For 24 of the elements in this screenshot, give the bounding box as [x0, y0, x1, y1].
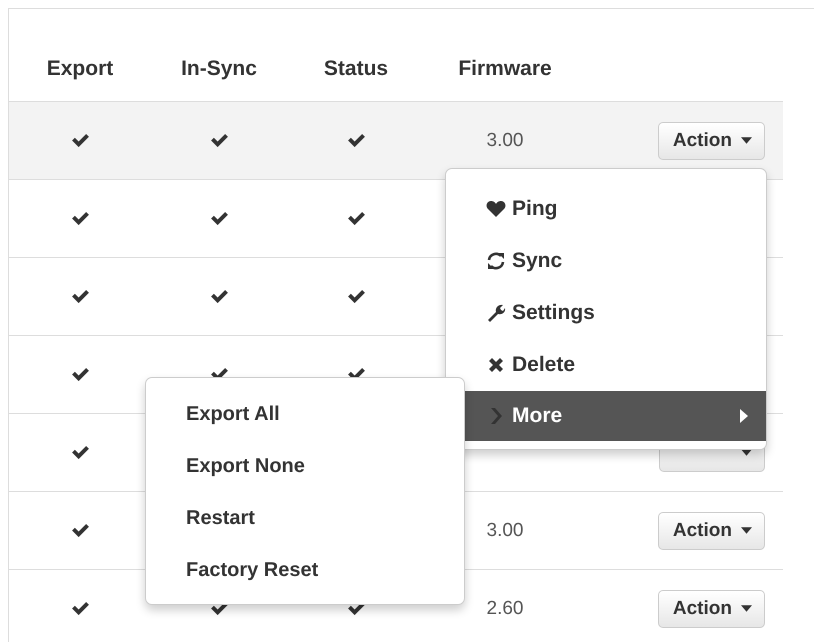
menu-item[interactable]: Restart	[146, 492, 464, 544]
column-header: Firmware	[458, 57, 552, 82]
caret-icon	[741, 527, 752, 534]
menu-item[interactable]: Factory Reset	[146, 544, 464, 596]
action-button[interactable]: Action	[658, 512, 765, 550]
firmware-version: 2.60	[486, 598, 524, 620]
menu-item[interactable]: Delete	[446, 339, 766, 391]
submenu-arrow-icon	[740, 409, 748, 423]
menu-item[interactable]: Sync	[446, 235, 766, 287]
menu-item[interactable]: Export None	[146, 440, 464, 492]
heart-icon	[486, 199, 506, 219]
action-button[interactable]: Action	[658, 122, 765, 160]
menu-item[interactable]: Settings	[446, 287, 766, 339]
action-button[interactable]: Action	[658, 590, 765, 628]
wrench-icon	[486, 303, 506, 323]
column-header: Status	[324, 57, 388, 82]
sync-icon	[486, 251, 506, 271]
firmware-version: 3.00	[486, 130, 524, 152]
menu-item[interactable]: Ping	[446, 183, 766, 235]
column-header: Export	[46, 57, 114, 82]
caret-icon	[741, 605, 752, 612]
caret-icon	[741, 137, 752, 144]
firmware-version: 3.00	[486, 520, 524, 542]
column-header: In-Sync	[181, 57, 257, 82]
